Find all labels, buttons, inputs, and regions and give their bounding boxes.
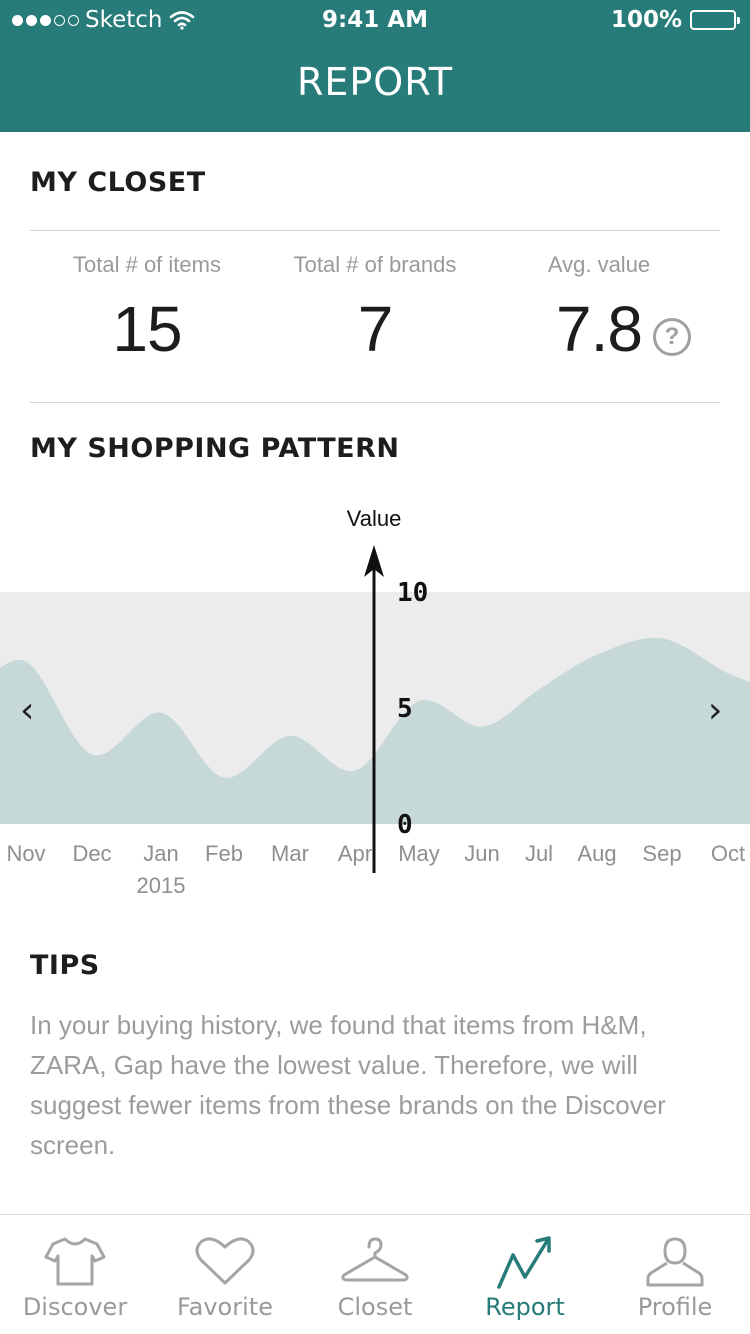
chart-y-tick-label: 5 [397,694,413,724]
app-header: Sketch 9:41 AM 100% REPORT [0,0,750,132]
chart-x-tick-label: Sep [642,841,681,866]
chart-x-tick-label: Jun [464,841,499,866]
closet-divider-bottom [30,402,720,403]
chart-x-tick-label: Oct [711,841,745,866]
chart-x-year-label: 2015 [137,873,186,898]
tab-label: Report [485,1293,565,1321]
shopping-pattern-chart: Value 10 5 0 Nov Dec Jan Feb Mar Apr May Jun Jul Aug S… [0,495,750,905]
chart-y-tick-label: 0 [397,810,413,840]
chart-x-tick-label: Nov [6,841,45,866]
hanger-icon [341,1237,409,1282]
stat-value: 15 [112,293,182,365]
stat-total-brands: Total # of brands 7 [260,252,490,366]
chart-x-tick-label: Aug [577,841,616,866]
chart-next-button[interactable]: › [708,690,722,731]
tab-label: Profile [637,1293,713,1321]
tips-title: TIPS [30,950,100,981]
chart-y-tick-label: 10 [397,578,428,608]
chart-x-tick-label: Dec [72,841,111,866]
chart-x-tick-label: Jul [525,841,553,866]
my-closet-title: MY CLOSET [30,167,206,198]
stat-label: Avg. value [547,252,651,277]
tab-label: Closet [337,1293,413,1321]
tab-label: Discover [22,1293,128,1321]
tab-label: Favorite [177,1293,273,1321]
battery-icon [690,10,740,30]
chart-x-tick-label: Apr [338,841,372,866]
tab-closet[interactable]: Closet [300,1215,450,1334]
chart-svg: Value 10 5 0 Nov Dec Jan Feb Mar Apr May Jun Jul Aug S… [0,506,750,898]
battery-percent: 100% [610,7,682,33]
tab-discover[interactable]: Discover [0,1215,150,1334]
stat-value: 7 [357,293,394,365]
shopping-pattern-title: MY SHOPPING PATTERN [30,433,400,464]
chart-prev-button[interactable]: ‹ [20,690,34,731]
page-title: REPORT [296,60,454,104]
tab-report[interactable]: Report [450,1215,600,1334]
tab-bar: Discover Favorite Closet Report Profile [0,1214,750,1334]
chart-x-tick-label: Feb [205,841,243,866]
person-icon [646,1237,704,1287]
stat-label: Total # of brands [293,252,457,277]
stat-label: Total # of items [73,252,221,277]
heart-icon [195,1237,255,1285]
question-circle-icon[interactable]: ? [653,318,691,356]
chart-y-axis-label: Value [347,506,402,531]
stat-total-items: Total # of items 15 [32,252,262,366]
tab-profile[interactable]: Profile [600,1215,750,1334]
status-bar: Sketch 9:41 AM 100% [0,0,750,40]
chart-x-tick-label: Mar [271,841,309,866]
chart-x-tick-label: Jan [143,841,178,866]
closet-divider-top [30,230,720,231]
trend-arrow-icon [497,1236,551,1289]
tab-favorite[interactable]: Favorite [150,1215,300,1334]
status-right: 100% [610,7,740,33]
chart-x-tick-label: May [398,841,440,866]
tips-text: In your buying history, we found that it… [30,1010,666,1160]
tshirt-icon [44,1237,106,1286]
